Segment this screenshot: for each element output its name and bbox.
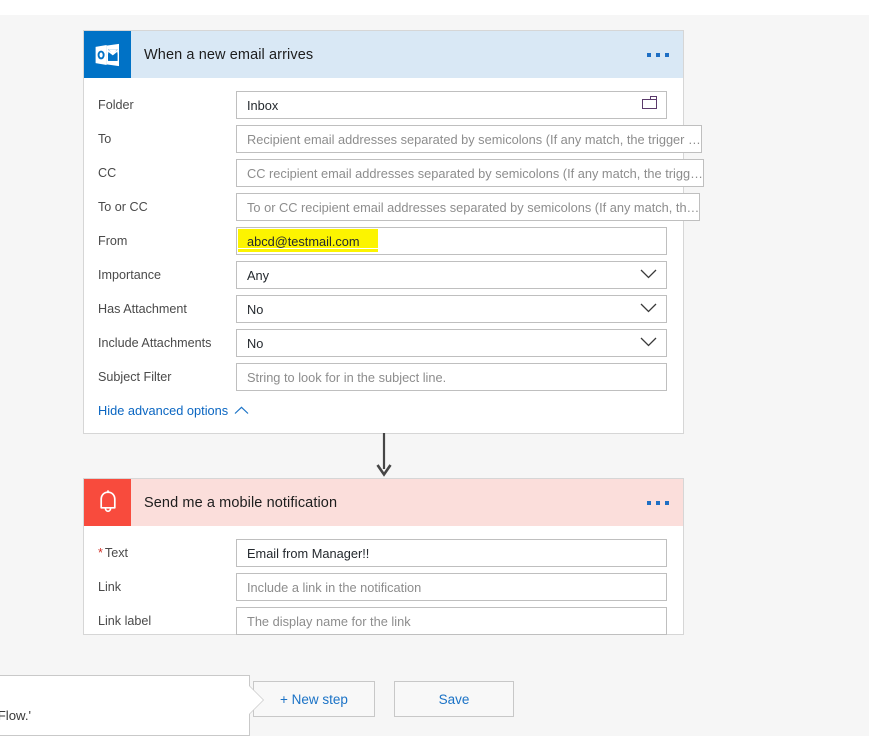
field-label-importance: Importance <box>98 268 161 282</box>
field-row-subject-filter: Subject Filter String to look for in the… <box>84 360 683 394</box>
field-row-link: Link Include a link in the notification <box>84 570 683 604</box>
text-value: Email from Manager!! <box>247 545 370 561</box>
field-label-cc: CC <box>98 166 117 180</box>
include-attachments-dropdown[interactable]: No <box>236 329 667 357</box>
field-label-to: To <box>98 132 112 146</box>
field-row-cc: CC CC recipient email addresses separate… <box>84 156 704 190</box>
importance-dropdown[interactable]: Any <box>236 261 667 289</box>
field-label-text-value: Text <box>104 546 129 560</box>
action-form: * Text Email from Manager!! Link Include … <box>84 536 683 638</box>
field-row-folder: Folder Inbox <box>84 88 683 122</box>
new-step-label: + New step <box>280 691 348 707</box>
to-placeholder: Recipient email addresses separated by s… <box>247 131 701 147</box>
link-input[interactable]: Include a link in the notification <box>236 573 667 601</box>
field-label-folder: Folder <box>98 98 134 112</box>
action-card-title: Send me a mobile notification <box>144 494 338 511</box>
field-row-to-or-cc: To or CC To or CC recipient email addres… <box>84 190 701 224</box>
field-row-importance: Importance Any <box>84 258 683 292</box>
action-card: Send me a mobile notification * Text Emai… <box>83 478 684 635</box>
highlight-marker-underline <box>238 249 378 252</box>
required-asterisk: * <box>98 546 103 560</box>
cc-input[interactable]: CC recipient email addresses separated b… <box>236 159 704 187</box>
tooltip-text: ow has a name and choose 'Create Flow.' <box>0 708 32 723</box>
has-attachment-dropdown[interactable]: No <box>236 295 667 323</box>
top-band <box>0 0 869 15</box>
folder-picker-icon[interactable] <box>642 96 657 114</box>
trigger-card-title: When a new email arrives <box>144 46 314 63</box>
field-label-to-or-cc: To or CC <box>98 200 148 214</box>
action-more-options-icon[interactable] <box>647 500 669 505</box>
subject-filter-input[interactable]: String to look for in the subject line. <box>236 363 667 391</box>
cc-placeholder: CC recipient email addresses separated b… <box>247 165 703 181</box>
bell-icon <box>84 479 131 526</box>
chevron-down-icon[interactable] <box>640 334 657 352</box>
folder-value: Inbox <box>247 97 279 113</box>
importance-value: Any <box>247 267 270 283</box>
subject-filter-placeholder: String to look for in the subject line. <box>247 369 447 385</box>
field-label-link-label: Link label <box>98 614 152 628</box>
trigger-form: Folder Inbox To Recipient email addresse… <box>84 88 704 420</box>
hide-advanced-options-label: Hide advanced options <box>98 403 229 418</box>
from-input[interactable]: abcd@testmail.com <box>236 227 667 255</box>
field-label-subject-filter: Subject Filter <box>98 370 172 384</box>
folder-input[interactable]: Inbox <box>236 91 667 119</box>
field-row-text: * Text Email from Manager!! <box>84 536 683 570</box>
field-label-from: From <box>98 234 128 248</box>
to-or-cc-placeholder: To or CC recipient email addresses separ… <box>247 199 700 215</box>
text-input[interactable]: Email from Manager!! <box>236 539 667 567</box>
include-attachments-value: No <box>247 335 264 351</box>
field-label-link: Link <box>98 580 122 594</box>
to-input[interactable]: Recipient email addresses separated by s… <box>236 125 702 153</box>
field-row-link-label: Link label The display name for the link <box>84 604 683 638</box>
outlook-icon <box>84 31 131 78</box>
to-or-cc-input[interactable]: To or CC recipient email addresses separ… <box>236 193 701 221</box>
field-row-has-attachment: Has Attachment No <box>84 292 683 326</box>
save-button[interactable]: Save <box>394 681 514 717</box>
link-label-placeholder: The display name for the link <box>247 613 411 629</box>
trigger-card: When a new email arrives Folder Inbox To… <box>83 30 704 434</box>
from-value: abcd@testmail.com <box>247 233 360 249</box>
has-attachment-value: No <box>247 301 264 317</box>
chevron-down-icon[interactable] <box>640 300 657 318</box>
action-card-header[interactable]: Send me a mobile notification <box>84 479 683 526</box>
tooltip-beak <box>249 686 263 714</box>
trigger-more-options-icon[interactable] <box>647 52 669 57</box>
field-row-to: To Recipient email addresses separated b… <box>84 122 702 156</box>
flow-designer-canvas: When a new email arrives Folder Inbox To… <box>0 0 869 736</box>
hide-advanced-options-link[interactable]: Hide advanced options <box>98 403 249 418</box>
chevron-down-icon[interactable] <box>640 266 657 284</box>
new-step-button[interactable]: + New step <box>253 681 375 717</box>
chevron-up-icon <box>234 403 249 418</box>
field-label-include-attachments: Include Attachments <box>98 336 212 350</box>
link-label-input[interactable]: The display name for the link <box>236 607 667 635</box>
field-row-include-attachments: Include Attachments No <box>84 326 683 360</box>
save-label: Save <box>438 691 470 707</box>
field-label-text: * Text <box>84 546 236 560</box>
flow-arrow-icon <box>376 433 392 478</box>
field-label-has-attachment: Has Attachment <box>98 302 187 316</box>
coachmark-tooltip: ow has a name and choose 'Create Flow.' <box>0 675 263 736</box>
link-placeholder: Include a link in the notification <box>247 579 422 595</box>
trigger-card-header[interactable]: When a new email arrives <box>84 31 683 78</box>
field-row-from: From abcd@testmail.com <box>84 224 683 258</box>
